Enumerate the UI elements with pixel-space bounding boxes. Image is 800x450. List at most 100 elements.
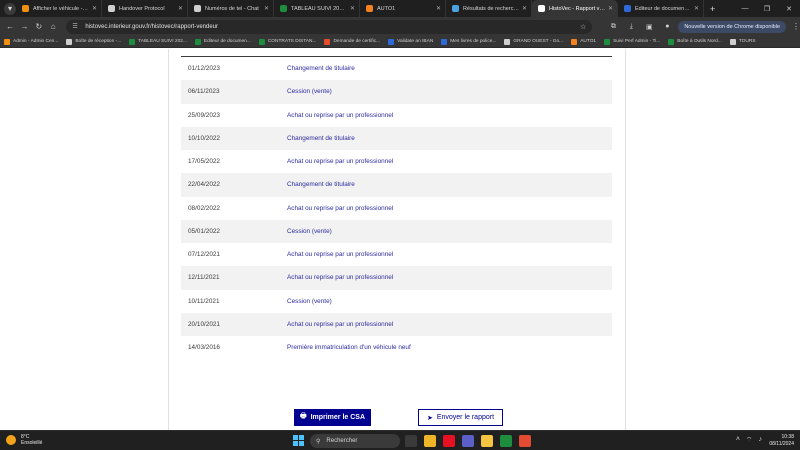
history-date: 07/12/2021 [188, 251, 220, 259]
table-row: 10/11/2021 Cession (vente) [181, 290, 612, 313]
print-csa-button[interactable]: 🖶 Imprimer le CSA [294, 409, 371, 426]
close-window-icon[interactable]: ✕ [778, 5, 800, 13]
bookmark-item[interactable]: Suivi Perf Admin - Ti... [604, 38, 660, 45]
tab-close-icon[interactable]: ✕ [178, 5, 183, 12]
bookmark-item[interactable]: TABLEAU SUIVI 202... [129, 38, 187, 45]
download-icon[interactable]: ⤓ [622, 23, 640, 31]
tab-close-icon[interactable]: ✕ [436, 5, 441, 12]
bookmark-item[interactable]: Editeur de documen... [194, 38, 251, 45]
taskbar-app-icon[interactable] [424, 435, 436, 447]
bookmark-label: CONTRATS DISTAN... [267, 39, 317, 44]
browser-tab[interactable]: Afficher le véhicule - Admi✕ [16, 0, 102, 17]
history-event: Achat ou reprise par un professionnel [287, 251, 394, 259]
site-info-icon[interactable]: ☰ [72, 23, 80, 30]
taskbar-app-icon[interactable] [481, 435, 493, 447]
chrome-update-chip[interactable]: Nouvelle version de Chrome disponible [678, 20, 787, 33]
browser-tab[interactable]: AUTO1 ✕ [360, 0, 446, 17]
bookmark-item[interactable]: TOURS [729, 38, 756, 45]
tab-favicon-icon [22, 5, 29, 12]
send-report-button[interactable]: ➤ Envoyer le rapport [418, 409, 503, 426]
table-row: 14/03/2016 Première immatriculation d'un … [181, 336, 612, 359]
weather-widget[interactable]: 8°C Ensoleillé [6, 434, 42, 446]
taskbar-app-icon[interactable] [519, 435, 531, 447]
browser-tab[interactable]: Handover Protocol ✕ [102, 0, 188, 17]
bookmark-item[interactable]: CONTRATS DISTAN... [258, 38, 317, 45]
bookmark-favicon-icon [604, 38, 611, 45]
tab-close-icon[interactable]: ✕ [694, 5, 699, 12]
browser-tab[interactable]: Editeur de documents de ✕ [618, 0, 704, 17]
windows-start-icon[interactable] [293, 435, 304, 446]
back-icon[interactable]: ← [3, 22, 17, 31]
bookmark-item[interactable]: Validate an IBAN [388, 38, 433, 45]
tab-favicon-icon [624, 5, 631, 12]
wifi-icon[interactable]: ⌔ [746, 436, 753, 445]
history-event: Achat ou reprise par un professionnel [287, 274, 394, 282]
side-panel-icon[interactable]: ▣ [640, 23, 658, 31]
taskbar-search-placeholder: Rechercher [326, 438, 358, 444]
profile-avatar-icon[interactable]: ● [658, 23, 676, 30]
bookmark-item[interactable]: Admin - Admin Cen... [4, 38, 58, 45]
maximize-icon[interactable]: ❐ [756, 5, 778, 13]
history-date: 06/11/2023 [188, 88, 220, 96]
clock-date: 08/11/2024 [769, 441, 794, 447]
address-bar[interactable]: ☰ histovec.interieur.gouv.fr/histovec/ra… [66, 19, 593, 34]
address-url: histovec.interieur.gouv.fr/histovec/rapp… [85, 23, 218, 30]
tab-favicon-icon [452, 5, 459, 12]
history-event: Changement de titulaire [287, 65, 355, 73]
forward-icon[interactable]: → [17, 22, 31, 31]
bookmark-item[interactable]: Mes livres de police... [441, 38, 496, 45]
new-tab-icon[interactable]: + [710, 4, 715, 14]
browser-tab-strip: ▾ Afficher le véhicule - Admi✕Handover P… [0, 0, 800, 17]
minimize-icon[interactable]: — [734, 5, 756, 12]
tab-label: Afficher le véhicule - Admi [33, 5, 89, 12]
bookmark-favicon-icon [504, 38, 511, 45]
browser-tab[interactable]: TABLEAU SUIVI 2024 - TO✕ [274, 0, 360, 17]
bookmark-favicon-icon [4, 38, 10, 45]
history-date: 01/12/2023 [188, 65, 220, 73]
bookmark-item[interactable]: Boîte de réception -... [66, 38, 122, 45]
chrome-menu-icon[interactable]: ⋮ [792, 22, 800, 31]
history-event: Cession (vente) [287, 297, 332, 305]
bookmark-label: Boîte de réception -... [75, 39, 122, 44]
history-table: 01/12/2023 Changement de titulaire 06/11/2… [181, 57, 612, 359]
home-icon[interactable]: ⌂ [46, 22, 60, 31]
tab-close-icon[interactable]: ✕ [92, 5, 97, 12]
tab-favicon-icon [280, 5, 287, 12]
browser-tab[interactable]: Numéros de tel - Chat ✕ [188, 0, 274, 17]
bookmark-item[interactable]: AUTO1 [571, 38, 596, 45]
history-event: Cession (vente) [287, 227, 332, 235]
tab-close-icon[interactable]: ✕ [522, 5, 527, 12]
tab-search-icon[interactable]: ▾ [4, 2, 16, 15]
bookmark-item[interactable]: Boîte à Outils Nord... [668, 38, 722, 45]
table-row: 25/09/2023 Achat ou reprise par un profes… [181, 104, 612, 127]
table-row: 22/04/2022 Changement de titulaire [181, 173, 612, 197]
system-clock[interactable]: 10:38 08/11/2024 [769, 434, 794, 448]
taskbar-app-icon[interactable] [405, 435, 417, 447]
search-icon: ⚲ [316, 438, 321, 445]
bookmark-item[interactable]: Demande de certific... [324, 38, 380, 45]
tab-list: Afficher le véhicule - Admi✕Handover Pro… [16, 0, 704, 17]
tab-close-icon[interactable]: ✕ [350, 5, 355, 12]
taskbar-app-icon[interactable] [443, 435, 455, 447]
history-event: Changement de titulaire [287, 181, 355, 189]
chevron-up-icon[interactable]: ˄ [736, 436, 740, 445]
tab-close-icon[interactable]: ✕ [264, 5, 269, 12]
table-row: 06/11/2023 Cession (vente) [181, 80, 612, 104]
taskbar-app-icon[interactable] [500, 435, 512, 447]
tab-label: TABLEAU SUIVI 2024 - TO [291, 5, 347, 12]
tab-close-icon[interactable]: ✕ [608, 5, 613, 12]
browser-tab[interactable]: HistoVec - Rapport vende✕ [532, 0, 618, 17]
history-date: 20/10/2021 [188, 320, 220, 328]
browser-tab[interactable]: Résultats de recherche - Ch✕ [446, 0, 532, 17]
taskbar-search-box[interactable]: ⚲ Rechercher [310, 434, 400, 448]
extensions-icon[interactable]: ⧉ [604, 23, 622, 31]
taskbar-app-icon[interactable] [462, 435, 474, 447]
history-event: Achat ou reprise par un professionnel [287, 158, 394, 166]
volume-icon[interactable]: ♪ [759, 436, 763, 445]
bookmark-favicon-icon [571, 38, 578, 45]
reload-icon[interactable]: ↻ [32, 22, 46, 31]
bookmark-star-icon[interactable]: ☆ [580, 23, 586, 31]
bookmark-item[interactable]: GRAND OUEST - Go... [504, 38, 563, 45]
weather-desc: Ensoleillé [21, 440, 43, 446]
history-date: 17/05/2022 [188, 158, 220, 166]
